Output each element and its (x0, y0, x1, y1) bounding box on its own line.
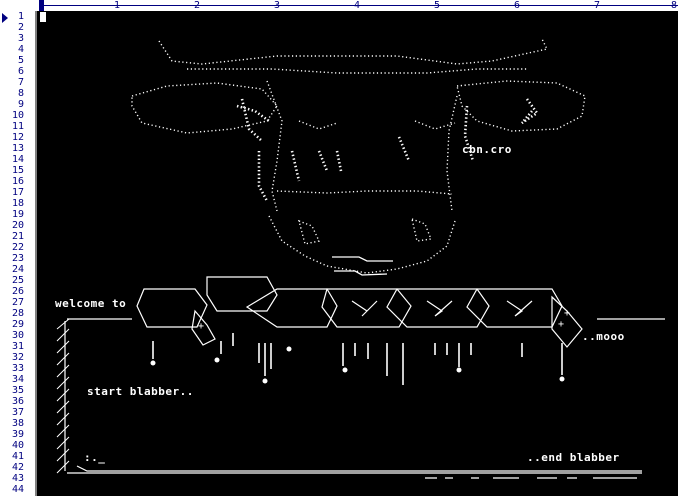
line-number: 44 (11, 484, 24, 495)
line-number: 38 (11, 418, 24, 429)
line-number: 22 (11, 242, 24, 253)
line-number: 1 (17, 11, 24, 22)
line-number: 8 (17, 88, 24, 99)
ruler-marker-2: 2 (194, 0, 201, 11)
line-number: 36 (11, 396, 24, 407)
banner-ribbon (136, 276, 583, 348)
line-number-gutter[interactable]: 1 2 3 4 5 6 7 8 9 10 11 12 13 14 15 16 17 18 19 20 21 22 23 24 2… (0, 11, 35, 496)
line-number: 10 (11, 110, 24, 121)
ruler-marker-6: 6 (514, 0, 521, 11)
line-number: 28 (11, 308, 24, 319)
line-number: 37 (11, 407, 24, 418)
current-line-arrow-icon (2, 13, 8, 23)
svg-text:+: + (198, 321, 204, 332)
line-number: 6 (17, 66, 24, 77)
line-number: 34 (11, 374, 24, 385)
line-number: 17 (11, 187, 24, 198)
ascii-art-drawing: + + + (56, 38, 665, 479)
line-number: 11 (11, 121, 24, 132)
line-number: 5 (17, 55, 24, 66)
welcome-text: welcome to (55, 297, 127, 310)
line-number: 31 (11, 341, 24, 352)
ruler-marker-7: 7 (594, 0, 601, 11)
line-number: 24 (11, 264, 24, 275)
line-number: 26 (11, 286, 24, 297)
svg-text:+: + (564, 308, 570, 319)
line-number: 43 (11, 473, 24, 484)
line-number: 27 (11, 297, 24, 308)
ruler-marker-3: 3 (274, 0, 281, 11)
line-number: 15 (11, 165, 24, 176)
banner-drip-drops (150, 346, 565, 384)
line-number: 40 (11, 440, 24, 451)
cow-muzzle-strokes (332, 256, 393, 276)
line-number: 16 (11, 176, 24, 187)
line-number: 41 (11, 451, 24, 462)
line-number: 32 (11, 352, 24, 363)
column-ruler: 1 2 3 4 5 6 7 8 (0, 0, 678, 11)
line-number: 25 (11, 275, 24, 286)
text-cursor (40, 12, 46, 22)
ruler-track: 1 2 3 4 5 6 7 8 (41, 0, 678, 11)
line-number: 23 (11, 253, 24, 264)
banner-drips (152, 333, 563, 385)
line-number: 21 (11, 231, 24, 242)
line-number: 19 (11, 209, 24, 220)
svg-text:+: + (558, 319, 564, 330)
ruler-marker-4: 4 (354, 0, 361, 11)
frame-hatching (56, 318, 70, 474)
line-number: 33 (11, 363, 24, 374)
line-number: 3 (17, 33, 24, 44)
line-number: 7 (17, 77, 24, 88)
editor-canvas[interactable]: + + + cbn.cro welcome to ..mooo start bl… (37, 11, 678, 496)
cbn-cro-tag: cbn.cro (462, 143, 512, 156)
line-number: 14 (11, 154, 24, 165)
corner-mark-text: :._ (84, 451, 106, 464)
line-number: 12 (11, 132, 24, 143)
line-number: 30 (11, 330, 24, 341)
line-number: 20 (11, 220, 24, 231)
line-number: 29 (11, 319, 24, 330)
line-number: 2 (17, 22, 24, 33)
line-number: 18 (11, 198, 24, 209)
moo-text: ..mooo (582, 330, 625, 343)
line-number: 42 (11, 462, 24, 473)
line-number: 13 (11, 143, 24, 154)
line-number: 39 (11, 429, 24, 440)
ruler-marker-5: 5 (434, 0, 441, 11)
line-number: 35 (11, 385, 24, 396)
start-blabber-text: start blabber.. (87, 385, 194, 398)
line-number: 9 (17, 99, 24, 110)
end-blabber-text: ..end blabber (527, 451, 620, 464)
cow-head-outline (131, 38, 586, 274)
ruler-marker-8: 8 (671, 0, 678, 11)
line-number: 4 (17, 44, 24, 55)
ruler-marker-1: 1 (114, 0, 121, 11)
